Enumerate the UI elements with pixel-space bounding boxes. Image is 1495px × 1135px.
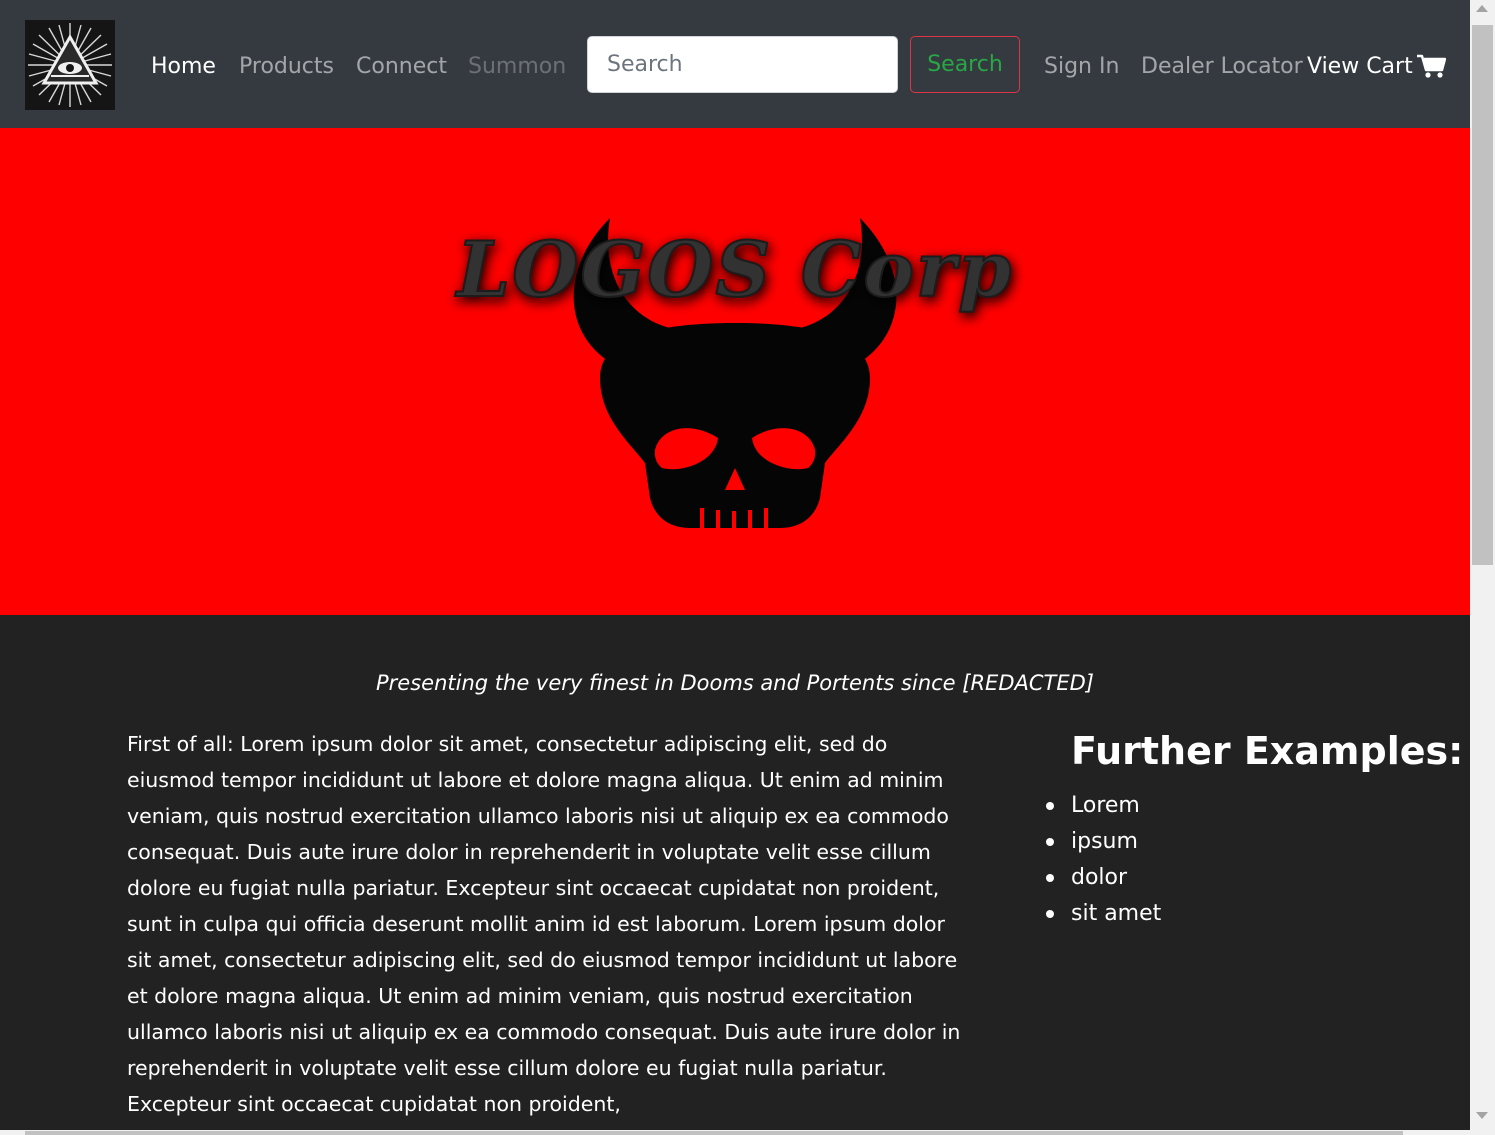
list-item: Lorem [1045, 788, 1161, 824]
scroll-up-arrow-icon[interactable] [1476, 5, 1488, 12]
vertical-scroll-thumb[interactable] [1472, 25, 1493, 565]
dealer-locator-link[interactable]: Dealer Locator [1141, 52, 1303, 82]
brand-logo-link[interactable] [25, 20, 115, 110]
nav-products-link[interactable]: Products [239, 52, 334, 82]
nav-home-link[interactable]: Home [151, 52, 216, 82]
search-button[interactable]: Search [910, 36, 1020, 93]
further-examples-heading: Further Examples: [1071, 729, 1464, 773]
horizontal-scroll-thumb[interactable] [25, 1131, 1403, 1135]
list-item: sit amet [1045, 896, 1161, 932]
cart-icon [1416, 54, 1446, 78]
scroll-down-arrow-icon[interactable] [1476, 1112, 1488, 1119]
navbar: Home Products Connect Summon Search Sign… [0, 0, 1470, 128]
search-input[interactable] [587, 36, 898, 93]
tagline: Presenting the very finest in Dooms and … [376, 671, 1094, 695]
view-cart-link[interactable]: View Cart [1307, 50, 1446, 82]
intro-paragraph: First of all: Lorem ipsum dolor sit amet… [127, 732, 961, 1116]
view-cart-label: View Cart [1307, 53, 1413, 79]
further-examples-list: Lorem ipsum dolor sit amet [1045, 788, 1161, 932]
sign-in-link[interactable]: Sign In [1044, 52, 1119, 82]
hero-banner: LOGOS Corp [0, 128, 1470, 615]
list-item: ipsum [1045, 824, 1161, 860]
hero-logo: LOGOS Corp [454, 218, 1013, 533]
nav-connect-link[interactable]: Connect [356, 52, 447, 82]
svg-text:LOGOS Corp: LOGOS Corp [455, 225, 1013, 314]
list-item: dolor [1045, 860, 1161, 896]
nav-summon-link: Summon [468, 54, 567, 79]
illuminati-eye-icon [25, 20, 115, 110]
